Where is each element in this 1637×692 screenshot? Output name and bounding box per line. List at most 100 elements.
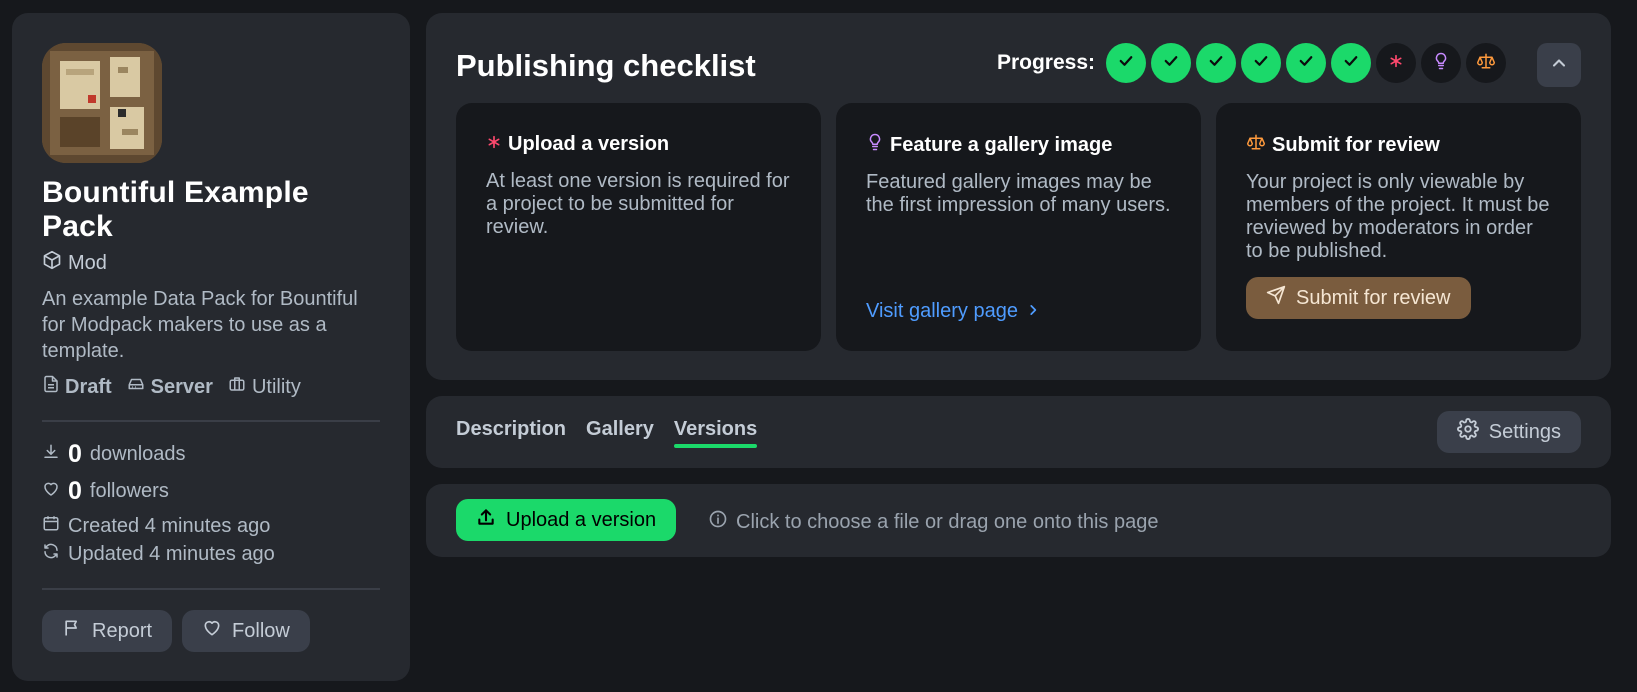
follow-label: Follow [232,619,290,642]
check-icon [1252,52,1270,75]
scale-icon [1246,133,1266,157]
progress-step-done [1241,43,1281,83]
category-tag[interactable]: Utility [227,375,301,399]
progress-step-done [1196,43,1236,83]
status-badge: Draft [42,374,112,400]
follow-button[interactable]: Follow [182,610,310,652]
download-icon [42,443,60,467]
project-tags: Draft Server Utility [42,374,380,400]
visit-gallery-label: Visit gallery page [866,300,1018,322]
lightbulb-icon [1432,52,1450,75]
project-description: An example Data Pack for Bountiful for M… [42,288,358,362]
progress-step-required [1376,43,1416,83]
downloads-count: 0 [68,440,82,468]
asterisk-icon [1388,53,1404,74]
task-title-label: Upload a version [508,133,670,155]
settings-button[interactable]: Settings [1436,411,1581,453]
downloads-stat: 0 downloads [42,440,380,469]
project-type: Mod [42,250,380,276]
project-tabs-bar: Description Gallery Versions Settings [426,396,1611,468]
project-tabs: Description Gallery Versions [456,418,758,448]
progress-step-done [1106,43,1146,83]
collapse-button[interactable] [1537,43,1581,87]
file-icon [42,374,60,400]
downloads-label: downloads [89,443,186,465]
check-icon [1117,52,1135,75]
created-label: Created 4 minutes ago [68,514,271,537]
submit-for-review-button[interactable]: Submit for review [1246,277,1471,319]
created-date: Created 4 minutes ago [42,514,380,538]
asterisk-icon [486,133,502,156]
settings-label: Settings [1488,420,1561,443]
sidebar-actions: Report Follow [42,610,380,652]
upload-hint-label: Click to choose a file or drag one onto … [736,510,1159,533]
heart-icon [202,618,222,644]
visit-gallery-link[interactable]: Visit gallery page [866,300,1040,323]
project-type-label: Mod [68,251,107,274]
progress-indicator: Progress: [997,43,1506,83]
environment-label: Server [150,375,213,398]
task-title-label: Submit for review [1272,133,1440,156]
status-label: Draft [65,375,112,398]
check-icon [1207,52,1225,75]
briefcase-icon [227,375,247,399]
upload-version-button[interactable]: Upload a version [456,499,677,541]
project-icon [42,43,162,163]
report-label: Report [92,619,153,642]
lightbulb-icon [866,133,884,157]
sidebar-divider [42,588,380,590]
progress-step-done [1151,43,1191,83]
checklist-title: Publishing checklist [456,48,756,83]
project-sidebar: Bountiful Example Pack Mod An example Da… [12,13,410,681]
progress-step-done [1331,43,1371,83]
task-upload-version: Upload a version At least one version is… [456,103,821,351]
task-title: Feature a gallery image [866,133,1171,157]
followers-count: 0 [68,477,82,505]
category-label: Utility [251,375,301,398]
box-icon [42,250,62,276]
check-icon [1342,52,1360,75]
updated-date: Updated 4 minutes ago [42,542,380,566]
submit-for-review-label: Submit for review [1296,286,1451,309]
heart-icon [42,480,60,504]
calendar-icon [42,514,60,538]
scale-icon [1476,52,1496,75]
publishing-checklist: Publishing checklist Progress: Upload a … [426,13,1611,380]
send-icon [1266,285,1286,311]
gear-icon [1456,418,1479,446]
followers-label: followers [89,480,169,502]
task-body: At least one version is required for a p… [486,170,790,238]
updated-label: Updated 4 minutes ago [68,542,275,565]
task-title: Submit for review [1246,133,1551,157]
followers-stat: 0 followers [42,477,380,506]
upload-version-label: Upload a version [506,508,657,531]
task-title: Upload a version [486,133,791,156]
progress-step-suggestion [1421,43,1461,83]
server-icon [126,375,146,399]
check-icon [1297,52,1315,75]
tab-description[interactable]: Description [456,418,566,443]
chevron-right-icon [1026,300,1040,323]
check-icon [1162,52,1180,75]
info-icon [708,509,728,535]
tab-versions[interactable]: Versions [673,418,758,448]
progress-label: Progress: [996,51,1095,74]
refresh-icon [42,542,60,566]
task-title-label: Feature a gallery image [890,133,1113,156]
sidebar-divider [42,420,380,422]
flag-icon [62,618,82,644]
task-submit-for-review: Submit for review Your project is only v… [1216,103,1581,351]
task-feature-gallery-image: Feature a gallery image Featured gallery… [836,103,1201,351]
progress-step-review [1466,43,1506,83]
tab-gallery[interactable]: Gallery [586,418,654,443]
upload-icon [476,507,496,533]
project-title: Bountiful Example Pack [42,176,309,243]
progress-step-done [1286,43,1326,83]
task-body: Featured gallery images may be the first… [866,171,1171,216]
environment-badge: Server [126,375,213,399]
upload-hint: Click to choose a file or drag one onto … [708,509,1158,535]
task-body: Your project is only viewable by members… [1246,171,1550,262]
report-button[interactable]: Report [42,610,173,652]
chevron-up-icon [1549,53,1569,78]
upload-bar: Upload a version Click to choose a file … [426,484,1611,557]
